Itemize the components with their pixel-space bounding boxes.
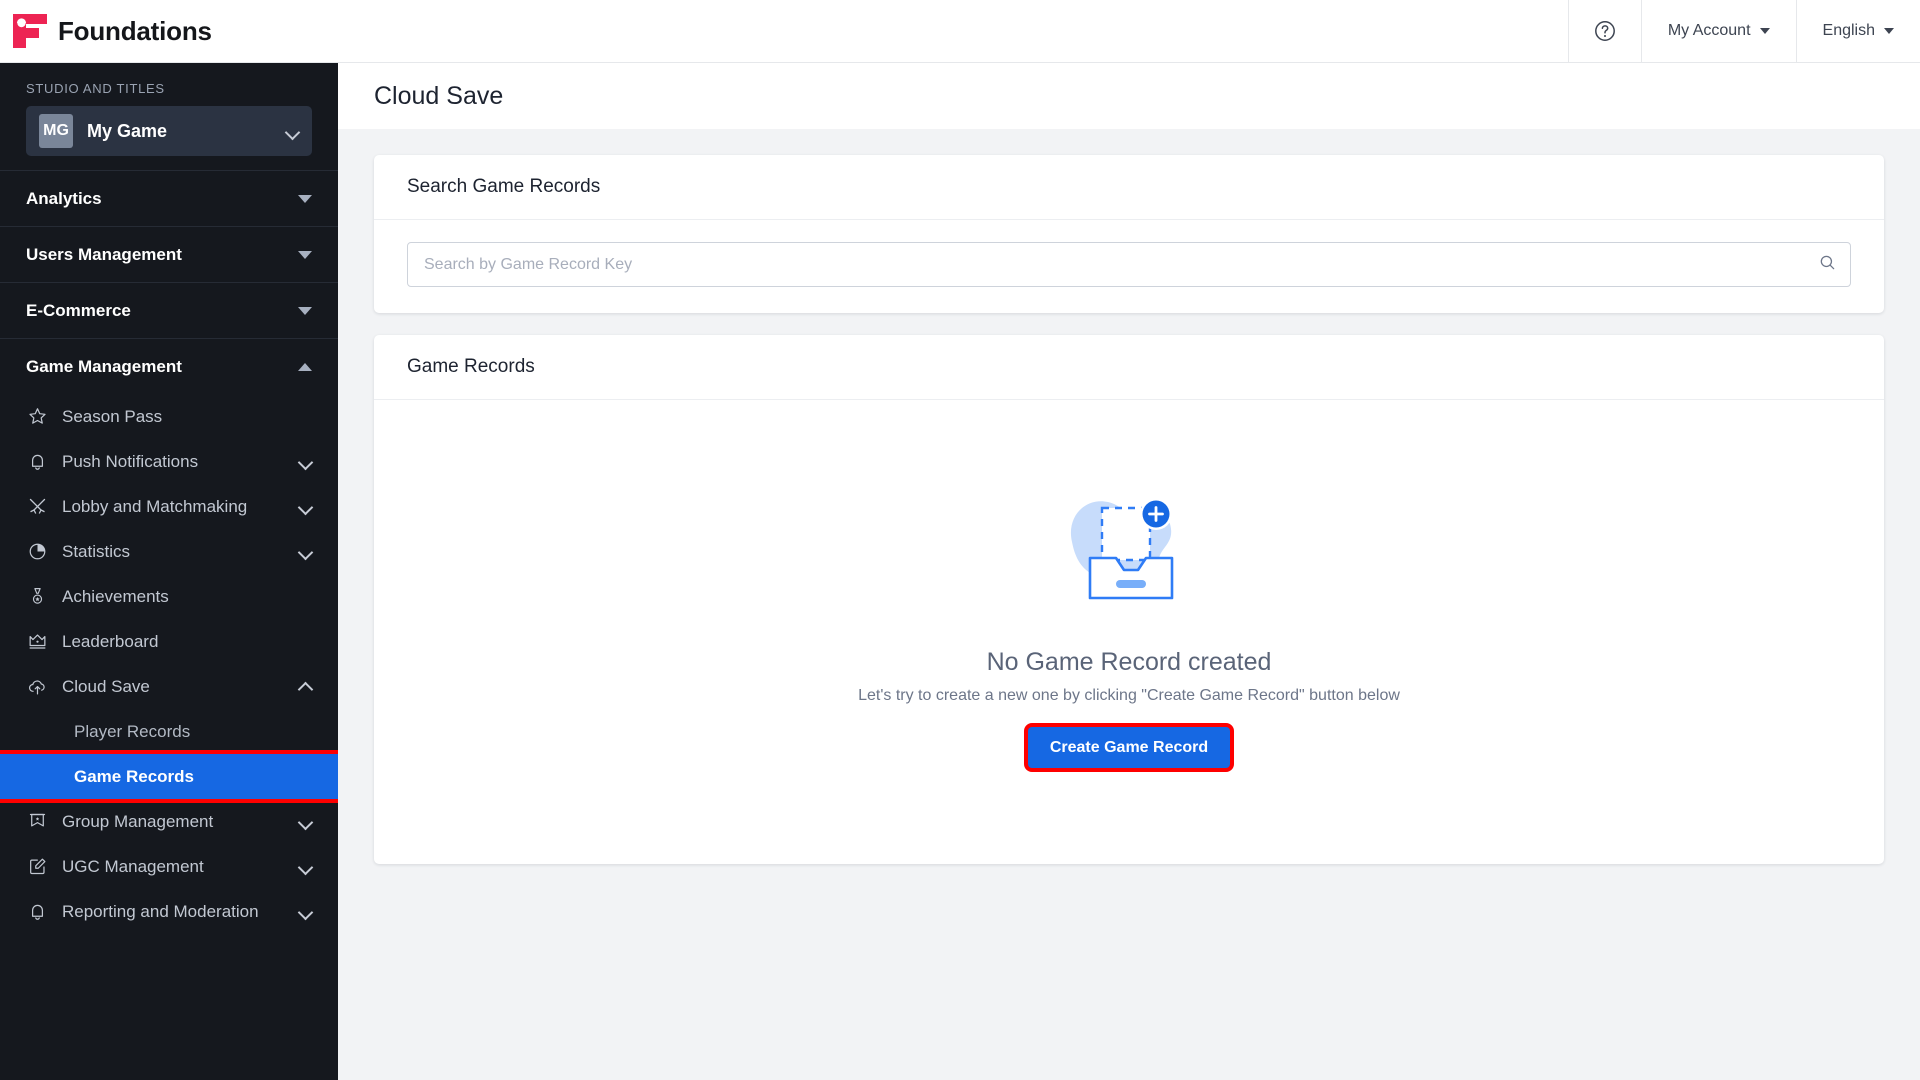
medal-icon bbox=[26, 586, 48, 608]
sidebar-item-label: Lobby and Matchmaking bbox=[62, 496, 248, 516]
sidebar-section-analytics[interactable]: Analytics bbox=[0, 170, 338, 226]
empty-state-title: No Game Record created bbox=[986, 648, 1272, 676]
triangle-down-icon bbox=[298, 306, 312, 315]
brand-name: Foundations bbox=[58, 15, 212, 46]
sidebar-item-label: Statistics bbox=[62, 541, 131, 561]
studio-avatar: MG bbox=[39, 114, 73, 148]
sidebar-item-ugc-management[interactable]: UGC Management bbox=[0, 844, 338, 889]
cloud-upload-icon bbox=[26, 676, 48, 698]
bell-icon bbox=[26, 901, 48, 923]
my-account-dropdown[interactable]: My Account bbox=[1640, 0, 1796, 63]
sidebar-item-season-pass[interactable]: Season Pass bbox=[0, 394, 338, 439]
chevron-up-icon bbox=[299, 680, 312, 693]
chevron-down-icon bbox=[1884, 28, 1894, 34]
triangle-down-icon bbox=[298, 194, 312, 203]
sidebar-item-label: Cloud Save bbox=[62, 676, 150, 696]
search-input[interactable] bbox=[407, 242, 1851, 287]
sidebar-item-label: Achievements bbox=[62, 586, 169, 606]
main-content: Cloud Save Search Game Records Search by… bbox=[338, 63, 1920, 1080]
sidebar-item-statistics[interactable]: Statistics bbox=[0, 529, 338, 574]
sidebar-item-label: Season Pass bbox=[62, 406, 163, 426]
page-header: Cloud Save bbox=[338, 63, 1920, 129]
my-account-label: My Account bbox=[1667, 22, 1751, 39]
sidebar-section-game-management[interactable]: Game Management bbox=[0, 338, 338, 394]
sidebar-item-achievements[interactable]: Achievements bbox=[0, 574, 338, 619]
sidebar-item-label: UGC Management bbox=[62, 856, 204, 876]
sidebar-item-player-records[interactable]: Player Records bbox=[0, 709, 338, 754]
app-root: Foundations My Account English STUDIO AN… bbox=[0, 0, 1920, 1080]
studio-selector[interactable]: MG My Game bbox=[26, 106, 312, 156]
sidebar-section-label: E-Commerce bbox=[26, 300, 131, 320]
empty-inbox-add-icon bbox=[1070, 498, 1174, 600]
triangle-down-icon bbox=[298, 250, 312, 259]
studio-section-label: STUDIO AND TITLES bbox=[26, 81, 165, 96]
chevron-down-icon bbox=[286, 125, 299, 138]
bell-icon bbox=[26, 451, 48, 473]
chevron-down-icon bbox=[1759, 28, 1770, 34]
search-icon[interactable] bbox=[1818, 253, 1837, 277]
studio-name: My Game bbox=[87, 120, 168, 141]
create-game-record-button[interactable]: Create Game Record bbox=[1027, 727, 1231, 768]
sidebar-item-label: Group Management bbox=[62, 811, 214, 831]
edit-square-icon bbox=[26, 856, 48, 878]
sidebar-section-e-commerce[interactable]: E-Commerce bbox=[0, 282, 338, 338]
language-label: English bbox=[1822, 22, 1875, 39]
sidebar-item-group-management[interactable]: Group Management bbox=[0, 799, 338, 844]
crown-icon bbox=[26, 631, 48, 653]
body: STUDIO AND TITLES MG My Game Analytics U… bbox=[0, 63, 1920, 1080]
language-dropdown[interactable]: English bbox=[1795, 0, 1920, 63]
sidebar-item-label: Game Records bbox=[74, 766, 194, 786]
sidebar-item-label: Leaderboard bbox=[62, 631, 159, 651]
crossed-swords-icon bbox=[26, 496, 48, 518]
top-bar-right: My Account English bbox=[1567, 0, 1920, 63]
chevron-down-icon bbox=[299, 455, 312, 468]
sidebar: STUDIO AND TITLES MG My Game Analytics U… bbox=[0, 63, 338, 1080]
search-game-records-card: Search Game Records bbox=[374, 155, 1884, 313]
game-records-card-title: Game Records bbox=[374, 335, 1884, 400]
sidebar-item-reporting-and-moderation[interactable]: Reporting and Moderation bbox=[0, 889, 338, 934]
chevron-down-icon bbox=[299, 905, 312, 918]
sidebar-item-leaderboard[interactable]: Leaderboard bbox=[0, 619, 338, 664]
sidebar-item-push-notifications[interactable]: Push Notifications bbox=[0, 439, 338, 484]
flag-banner-icon bbox=[26, 811, 48, 833]
chevron-down-icon bbox=[299, 500, 312, 513]
triangle-up-icon bbox=[298, 362, 312, 371]
sidebar-item-label: Push Notifications bbox=[62, 451, 199, 471]
top-bar: Foundations My Account English bbox=[0, 0, 1920, 63]
foundations-logo-icon bbox=[13, 14, 47, 48]
sidebar-item-label: Reporting and Moderation bbox=[62, 901, 259, 921]
page-title: Cloud Save bbox=[374, 81, 504, 110]
empty-state: No Game Record created Let's try to crea… bbox=[374, 400, 1884, 864]
brand[interactable]: Foundations bbox=[0, 14, 212, 48]
star-icon bbox=[26, 406, 48, 428]
sidebar-item-game-records[interactable]: Game Records bbox=[0, 754, 338, 799]
sidebar-section-users-management[interactable]: Users Management bbox=[0, 226, 338, 282]
search-wrapper bbox=[407, 242, 1851, 287]
chevron-down-icon bbox=[299, 815, 312, 828]
search-card-body bbox=[374, 220, 1884, 313]
game-records-card: Game Records No Game Record created Let'… bbox=[374, 335, 1884, 864]
help-circle-icon bbox=[1594, 21, 1615, 41]
sidebar-item-cloud-save[interactable]: Cloud Save bbox=[0, 664, 338, 709]
search-card-title: Search Game Records bbox=[374, 155, 1884, 220]
empty-state-subtitle: Let's try to create a new one by clickin… bbox=[858, 687, 1400, 704]
sidebar-item-lobby-and-matchmaking[interactable]: Lobby and Matchmaking bbox=[0, 484, 338, 529]
sidebar-section-label: Game Management bbox=[26, 356, 182, 376]
sidebar-section-label: Analytics bbox=[26, 188, 102, 208]
sidebar-section-label: Users Management bbox=[26, 244, 182, 264]
sidebar-item-label: Player Records bbox=[74, 721, 191, 741]
chevron-down-icon bbox=[299, 860, 312, 873]
content-area: Search Game Records Search by Game Recor… bbox=[338, 129, 1920, 886]
pie-chart-icon bbox=[26, 541, 48, 563]
studio-block: STUDIO AND TITLES MG My Game bbox=[0, 63, 338, 170]
chevron-down-icon bbox=[299, 545, 312, 558]
help-button[interactable] bbox=[1567, 0, 1641, 63]
